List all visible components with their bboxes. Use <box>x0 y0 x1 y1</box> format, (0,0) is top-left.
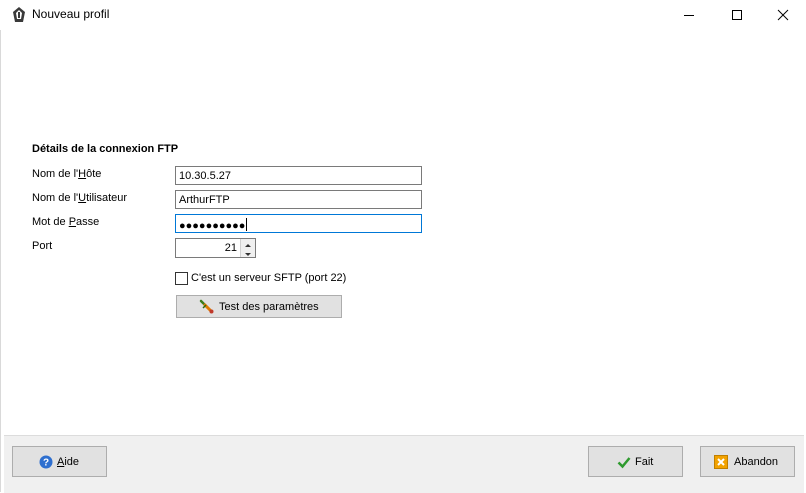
port-decrement-button[interactable] <box>241 248 255 257</box>
close-icon <box>777 9 789 21</box>
sftp-checkbox-label[interactable]: C'est un serveur SFTP (port 22) <box>191 272 346 284</box>
test-settings-label: Test des paramètres <box>219 301 319 313</box>
svg-text:?: ? <box>43 458 49 469</box>
close-button[interactable] <box>760 0 806 30</box>
done-button[interactable]: Fait <box>588 446 683 477</box>
app-icon <box>13 7 25 22</box>
help-button[interactable]: ? Aide <box>12 446 107 477</box>
cancel-button-label: Abandon <box>734 456 779 468</box>
password-mask: ●●●●●●●●●● <box>179 220 246 232</box>
maximize-button[interactable] <box>714 0 760 30</box>
dialog-footer <box>4 435 804 493</box>
test-settings-button[interactable]: Test des paramètres <box>176 295 342 318</box>
window-title: Nouveau profil <box>32 7 110 21</box>
port-stepper[interactable]: 21 <box>175 238 256 258</box>
password-input[interactable]: ●●●●●●●●●● <box>175 214 422 233</box>
password-label: Mot de Passe <box>32 216 100 228</box>
section-title: Détails de la connexion FTP <box>32 143 179 155</box>
dialog-window: Nouveau profil Détails de la connexion F… <box>0 0 806 493</box>
maximize-icon <box>732 10 742 20</box>
cancel-button[interactable]: Abandon <box>700 446 795 477</box>
help-button-label: Aide <box>57 456 80 468</box>
username-input[interactable]: ArthurFTP <box>175 190 422 209</box>
host-label: Nom de l'Hôte <box>32 168 102 180</box>
sftp-checkbox[interactable] <box>175 272 188 285</box>
minimize-button[interactable] <box>666 0 712 30</box>
chevron-down-icon <box>245 253 251 256</box>
cancel-icon <box>714 455 728 469</box>
window-border <box>0 30 3 492</box>
minimize-icon <box>684 15 694 16</box>
user-label: Nom de l'Utilisateur <box>32 192 128 204</box>
test-connection-icon <box>199 299 214 314</box>
checkmark-icon <box>617 457 631 469</box>
host-input[interactable]: 10.30.5.27 <box>175 166 422 185</box>
text-caret <box>246 218 248 231</box>
done-button-label: Fait <box>635 456 654 468</box>
title-bar[interactable]: Nouveau profil <box>0 0 806 30</box>
port-label: Port <box>32 240 53 252</box>
port-value: 21 <box>224 242 237 254</box>
help-icon: ? <box>39 455 53 469</box>
